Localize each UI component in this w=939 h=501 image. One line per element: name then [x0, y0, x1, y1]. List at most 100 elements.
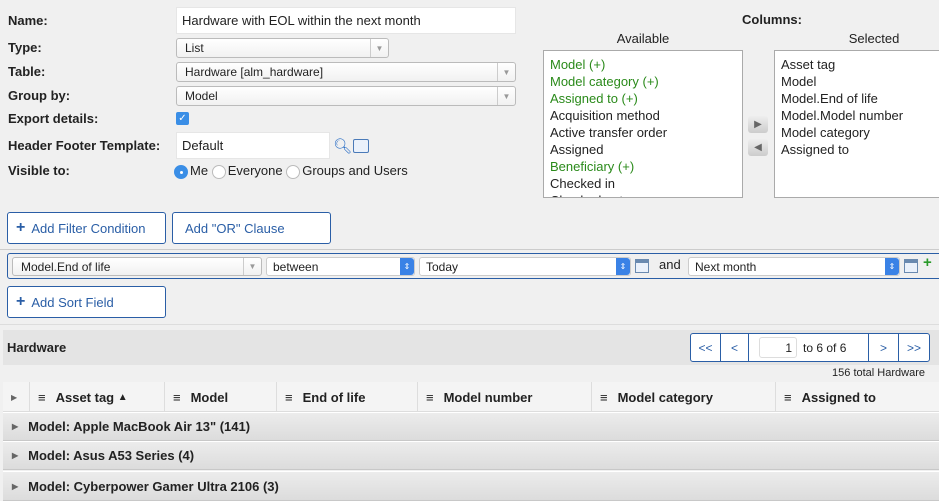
table-select[interactable]: Hardware [alm_hardware] ▼	[176, 62, 516, 82]
available-column-option[interactable]: Checked out	[550, 192, 736, 197]
last-page-button[interactable]: >>	[899, 334, 929, 361]
filter-operator-value: between	[273, 259, 319, 274]
selected-column-option[interactable]: Model.Model number	[781, 107, 937, 124]
filter-to-select[interactable]: Next month ⇕	[688, 257, 900, 276]
groupby-label: Group by:	[8, 88, 71, 103]
spinner-icon: ⇕	[616, 258, 630, 275]
first-page-button[interactable]: <<	[691, 334, 721, 361]
column-header-assigned-to[interactable]: ≡ Assigned to	[776, 382, 939, 412]
next-page-button[interactable]: >	[869, 334, 899, 361]
sort-ascending-icon: ▲	[117, 391, 128, 403]
available-column-option[interactable]: Model (+)	[550, 56, 736, 73]
column-label: Assigned to	[801, 389, 876, 405]
group-label: Model: Cyberpower Gamer Ultra 2106 (3)	[28, 478, 279, 494]
add-sort-field-button[interactable]: + Add Sort Field	[7, 286, 166, 318]
pagination: << < 1 to 6 of 6 > >>	[690, 333, 930, 362]
filter-field-select[interactable]: Model.End of life ▼	[12, 257, 262, 276]
available-column-option[interactable]: Model category (+)	[550, 73, 736, 90]
add-filter-condition-button[interactable]: + Add Filter Condition	[7, 212, 166, 244]
group-row[interactable]: ▶ Model: Asus A53 Series (4)	[3, 441, 939, 470]
radio-groups-users-label: Groups and Users	[302, 163, 408, 178]
radio-groups-users[interactable]	[286, 164, 301, 179]
calendar-icon[interactable]	[635, 259, 649, 273]
selected-column-option[interactable]: Model category	[781, 124, 937, 141]
group-row[interactable]: ▶ Model: Cyberpower Gamer Ultra 2106 (3)	[3, 471, 939, 501]
column-label: End of life	[302, 389, 366, 405]
column-menu-icon[interactable]: ≡	[173, 390, 181, 405]
visible-radio-group: Me Everyone Groups and Users	[174, 163, 408, 179]
expand-all-icon[interactable]: ▶	[3, 382, 30, 412]
expand-icon[interactable]: ▶	[12, 422, 18, 431]
available-column-option[interactable]: Acquisition method	[550, 107, 736, 124]
expand-icon[interactable]: ▶	[12, 482, 18, 491]
total-count: 156 total Hardware	[832, 367, 925, 379]
table-value: Hardware [alm_hardware]	[185, 65, 324, 79]
radio-everyone[interactable]	[211, 164, 226, 179]
name-input[interactable]: Hardware with EOL within the next month	[176, 7, 516, 34]
column-label: Asset tag	[55, 389, 115, 405]
radio-everyone-label: Everyone	[227, 163, 283, 178]
page-range-text: to 6 of 6	[803, 340, 847, 355]
filter-field-value: Model.End of life	[21, 259, 111, 274]
selected-column-option[interactable]: Asset tag	[781, 56, 937, 73]
column-header-asset-tag[interactable]: ≡ Asset tag ▲	[30, 382, 165, 412]
info-icon[interactable]	[353, 139, 369, 153]
column-menu-icon[interactable]: ≡	[600, 390, 608, 405]
calendar-icon[interactable]	[904, 259, 918, 273]
and-label: and	[659, 257, 681, 272]
group-row[interactable]: ▶ Model: Apple MacBook Air 13" (141)	[3, 412, 939, 441]
add-column-button[interactable]: ▶	[748, 116, 768, 133]
export-label: Export details:	[8, 111, 99, 126]
column-menu-icon[interactable]: ≡	[426, 390, 434, 405]
column-menu-icon[interactable]: ≡	[784, 390, 792, 405]
prev-page-button[interactable]: <	[721, 334, 749, 361]
selected-columns-list[interactable]: Asset tag Model Model.End of life Model.Mod…	[774, 50, 939, 198]
add-or-label: Add "OR" Clause	[185, 220, 285, 236]
column-header-end-of-life[interactable]: ≡ End of life	[277, 382, 418, 412]
chevron-down-icon: ▼	[243, 258, 261, 275]
groupby-select[interactable]: Model ▼	[176, 86, 516, 106]
chevron-down-icon: ▼	[497, 87, 515, 105]
add-filter-label: Add Filter Condition	[31, 220, 146, 236]
page-number-input[interactable]: 1	[759, 337, 797, 358]
search-icon[interactable]: 🔍︎	[333, 137, 352, 155]
add-or-clause-button[interactable]: Add "OR" Clause	[172, 212, 331, 244]
add-condition-plus-icon[interactable]: +	[923, 254, 932, 271]
selected-column-option[interactable]: Model.End of life	[781, 90, 937, 107]
type-select[interactable]: List ▼	[176, 38, 389, 58]
divider	[0, 249, 939, 250]
column-header-model-number[interactable]: ≡ Model number	[418, 382, 592, 412]
available-column-option[interactable]: Beneficiary (+)	[550, 158, 736, 175]
list-title: Hardware	[7, 340, 67, 355]
hft-input[interactable]: Default	[176, 132, 330, 159]
column-header-model[interactable]: ≡ Model	[165, 382, 277, 412]
column-menu-icon[interactable]: ≡	[38, 390, 46, 405]
selected-column-option[interactable]: Model	[781, 73, 937, 90]
filter-operator-select[interactable]: between ⇕	[266, 257, 415, 276]
selected-label: Selected	[848, 31, 900, 46]
available-column-option[interactable]: Active transfer order	[550, 124, 736, 141]
add-sort-label: Add Sort Field	[31, 294, 114, 310]
available-column-option[interactable]: Assigned	[550, 141, 736, 158]
radio-me[interactable]	[174, 164, 188, 179]
column-menu-icon[interactable]: ≡	[285, 390, 293, 405]
spinner-icon: ⇕	[885, 258, 899, 275]
column-label: Model number	[443, 389, 533, 405]
filter-to-value: Next month	[695, 259, 757, 274]
available-column-option[interactable]: Assigned to (+)	[550, 90, 736, 107]
group-label: Model: Asus A53 Series (4)	[28, 448, 195, 463]
export-checkbox[interactable]: ✓	[176, 112, 189, 125]
available-column-option[interactable]: Checked in	[550, 175, 736, 192]
chevron-down-icon: ▼	[370, 39, 388, 57]
available-label: Available	[616, 31, 670, 46]
filter-from-select[interactable]: Today ⇕	[419, 257, 631, 276]
column-header-model-category[interactable]: ≡ Model category	[592, 382, 776, 412]
remove-column-button[interactable]: ◀	[748, 139, 768, 156]
type-label: Type:	[8, 40, 42, 55]
name-label: Name:	[8, 13, 48, 28]
spinner-icon: ⇕	[400, 258, 414, 275]
expand-icon[interactable]: ▶	[12, 451, 18, 460]
selected-column-option[interactable]: Assigned to	[781, 141, 937, 158]
available-columns-list[interactable]: Model (+) Model category (+) Assigned to (…	[543, 50, 743, 198]
column-label: Model category	[617, 389, 713, 405]
